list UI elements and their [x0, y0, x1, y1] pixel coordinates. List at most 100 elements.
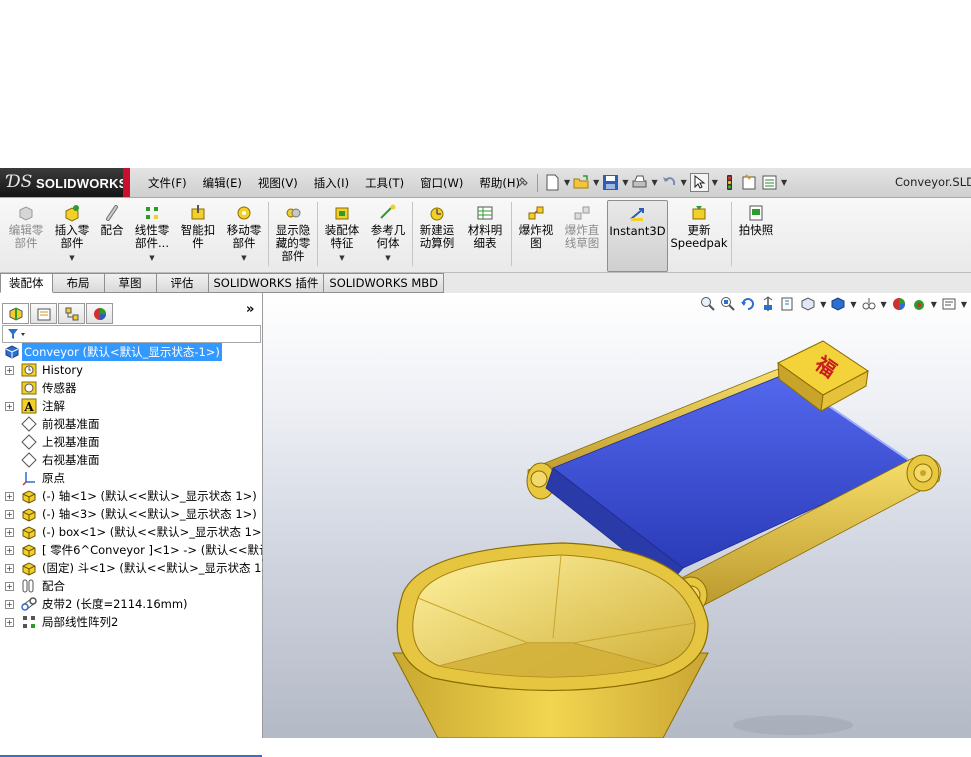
open-folder-icon[interactable] [573, 174, 590, 191]
insert-component-button[interactable]: 插入零 部件 ▼ [50, 200, 94, 270]
chevron-down-icon[interactable]: ▼ [651, 178, 657, 187]
menu-file[interactable]: 文件(F) [140, 175, 195, 191]
select-cursor-icon[interactable] [689, 173, 709, 192]
undo-icon[interactable] [661, 174, 678, 191]
linear-pattern-button[interactable]: 线性零 部件... ▼ [130, 200, 174, 270]
hide-show-items-icon[interactable] [861, 296, 877, 312]
tab-sketch[interactable]: 草图 [104, 273, 157, 293]
chevron-down-icon[interactable]: ▼ [222, 252, 266, 265]
snapshot-button[interactable]: 拍快照 [734, 200, 778, 270]
exploded-view-button[interactable]: 爆炸视 图 [514, 200, 558, 270]
zoom-to-area-icon[interactable] [720, 296, 736, 312]
apply-scene-icon[interactable] [911, 296, 927, 312]
tab-evaluate[interactable]: 评估 [156, 273, 209, 293]
tab-solidworks-mbd[interactable]: SOLIDWORKS MBD [324, 273, 445, 293]
explode-line-sketch-button[interactable]: 爆炸直 线草图 [560, 200, 604, 270]
tree-item-box-1[interactable]: + (-) box<1> (默认<<默认>_显示状态 1> [0, 523, 262, 541]
assembly-features-button[interactable]: 装配体 特征 ▼ [320, 200, 364, 270]
dynamic-annotation-icon[interactable] [780, 296, 796, 312]
chevron-down-icon[interactable]: ▼ [820, 300, 826, 309]
expand-icon[interactable]: + [5, 546, 14, 555]
file-properties-icon[interactable] [741, 174, 758, 191]
chevron-down-icon[interactable]: ▼ [712, 178, 718, 187]
menu-edit[interactable]: 编辑(E) [195, 175, 250, 191]
configuration-manager-tab[interactable] [58, 303, 85, 324]
conveyor-3d-model[interactable]: 福 [263, 293, 971, 738]
expand-icon[interactable]: + [5, 618, 14, 627]
tree-item-shaft-1[interactable]: + (-) 轴<1> (默认<<默认>_显示状态 1>) [0, 487, 262, 505]
show-hidden-components-button[interactable]: 显示隐 藏的零 部件 [271, 200, 315, 270]
display-manager-tab[interactable] [86, 303, 113, 324]
move-component-button[interactable]: 移动零 部件 ▼ [222, 200, 266, 270]
tree-item-right-plane[interactable]: 右视基准面 [0, 451, 262, 469]
zoom-to-fit-icon[interactable] [700, 296, 716, 312]
view-settings-icon[interactable] [941, 296, 957, 312]
feature-manager-tab[interactable] [2, 303, 29, 324]
expand-panel-chevron-icon[interactable]: » [246, 302, 254, 317]
tree-item-hopper[interactable]: + (固定) 斗<1> (默认<<默认>_显示状态 1 [0, 559, 262, 577]
expand-icon[interactable]: + [5, 492, 14, 501]
expand-icon[interactable]: + [5, 600, 14, 609]
chevron-down-icon[interactable]: ▼ [931, 300, 937, 309]
menu-window[interactable]: 窗口(W) [412, 175, 471, 191]
tree-item-belt2[interactable]: + 皮带2 (长度=2114.16mm) [0, 595, 262, 613]
menu-insert[interactable]: 插入(I) [306, 175, 357, 191]
chevron-down-icon[interactable]: ▼ [320, 252, 364, 265]
tree-item-mates[interactable]: + 配合 [0, 577, 262, 595]
expand-icon[interactable]: + [5, 582, 14, 591]
pin-icon[interactable] [514, 174, 531, 191]
update-speedpak-button[interactable]: 更新 Speedpak [670, 200, 728, 270]
rebuild-traffic-light-icon[interactable] [721, 174, 738, 191]
tree-item-annotations[interactable]: + A 注解 [0, 397, 262, 415]
menu-tools[interactable]: 工具(T) [357, 175, 412, 191]
tree-root-assembly[interactable]: Conveyor (默认<默认_显示状态-1>) [0, 343, 262, 361]
chevron-down-icon[interactable]: ▼ [50, 252, 94, 265]
chevron-down-icon[interactable]: ▼ [593, 178, 599, 187]
new-document-icon[interactable] [544, 174, 561, 191]
chevron-down-icon[interactable]: ▼ [881, 300, 887, 309]
expand-icon[interactable]: + [5, 510, 14, 519]
hopper[interactable] [392, 542, 709, 738]
tree-item-sensors[interactable]: 传感器 [0, 379, 262, 397]
section-view-icon[interactable] [760, 296, 776, 312]
tree-item-local-linear-pattern[interactable]: + 局部线性阵列2 [0, 613, 262, 631]
tree-item-shaft-3[interactable]: + (-) 轴<3> (默认<<默认>_显示状态 1>) [0, 505, 262, 523]
chevron-down-icon[interactable]: ▼ [130, 252, 174, 265]
tab-solidworks-addins[interactable]: SOLIDWORKS 插件 [208, 273, 325, 293]
tab-layout[interactable]: 布局 [52, 273, 105, 293]
expand-icon[interactable]: + [5, 366, 14, 375]
chevron-down-icon[interactable]: ▼ [850, 300, 856, 309]
tree-filter-field[interactable] [2, 325, 261, 343]
chevron-down-icon[interactable]: ▼ [961, 300, 967, 309]
bill-of-materials-button[interactable]: 材料明 细表 [461, 200, 509, 270]
tab-assembly[interactable]: 装配体 [0, 273, 53, 293]
mate-button[interactable]: 配合 [96, 200, 128, 270]
tree-item-top-plane[interactable]: 上视基准面 [0, 433, 262, 451]
chevron-down-icon[interactable]: ▼ [564, 178, 570, 187]
edit-component-button[interactable]: 编辑零 部件 [4, 200, 48, 270]
expand-icon[interactable]: + [5, 528, 14, 537]
chevron-down-icon[interactable]: ▼ [622, 178, 628, 187]
options-icon[interactable] [761, 174, 778, 191]
tree-item-history[interactable]: + History [0, 361, 262, 379]
menu-view[interactable]: 视图(V) [250, 175, 306, 191]
instant3d-button[interactable]: Instant3D [607, 200, 668, 272]
tree-item-origin[interactable]: 原点 [0, 469, 262, 487]
graphics-viewport[interactable]: 福 ▼ ▼ ▼ ▼ ▼ [263, 293, 971, 738]
property-manager-tab[interactable] [30, 303, 57, 324]
tree-item-part6[interactable]: + [ 零件6^Conveyor ]<1> -> (默认<<默认 [0, 541, 262, 559]
smart-fasteners-button[interactable]: 智能扣 件 [176, 200, 220, 270]
view-orientation-icon[interactable] [800, 296, 816, 312]
print-icon[interactable] [631, 174, 648, 191]
expand-icon[interactable]: + [5, 564, 14, 573]
solidworks-logo[interactable]: ƊS SOLIDWORKS [0, 168, 130, 197]
chevron-down-icon[interactable]: ▼ [781, 178, 787, 187]
new-motion-study-button[interactable]: 新建运 动算例 [415, 200, 459, 270]
tree-item-front-plane[interactable]: 前视基准面 [0, 415, 262, 433]
chevron-down-icon[interactable]: ▼ [681, 178, 687, 187]
reference-geometry-button[interactable]: 参考几 何体 ▼ [366, 200, 410, 270]
previous-view-icon[interactable] [740, 296, 756, 312]
display-style-icon[interactable] [830, 296, 846, 312]
edit-appearance-icon[interactable] [891, 296, 907, 312]
expand-icon[interactable]: + [5, 402, 14, 411]
